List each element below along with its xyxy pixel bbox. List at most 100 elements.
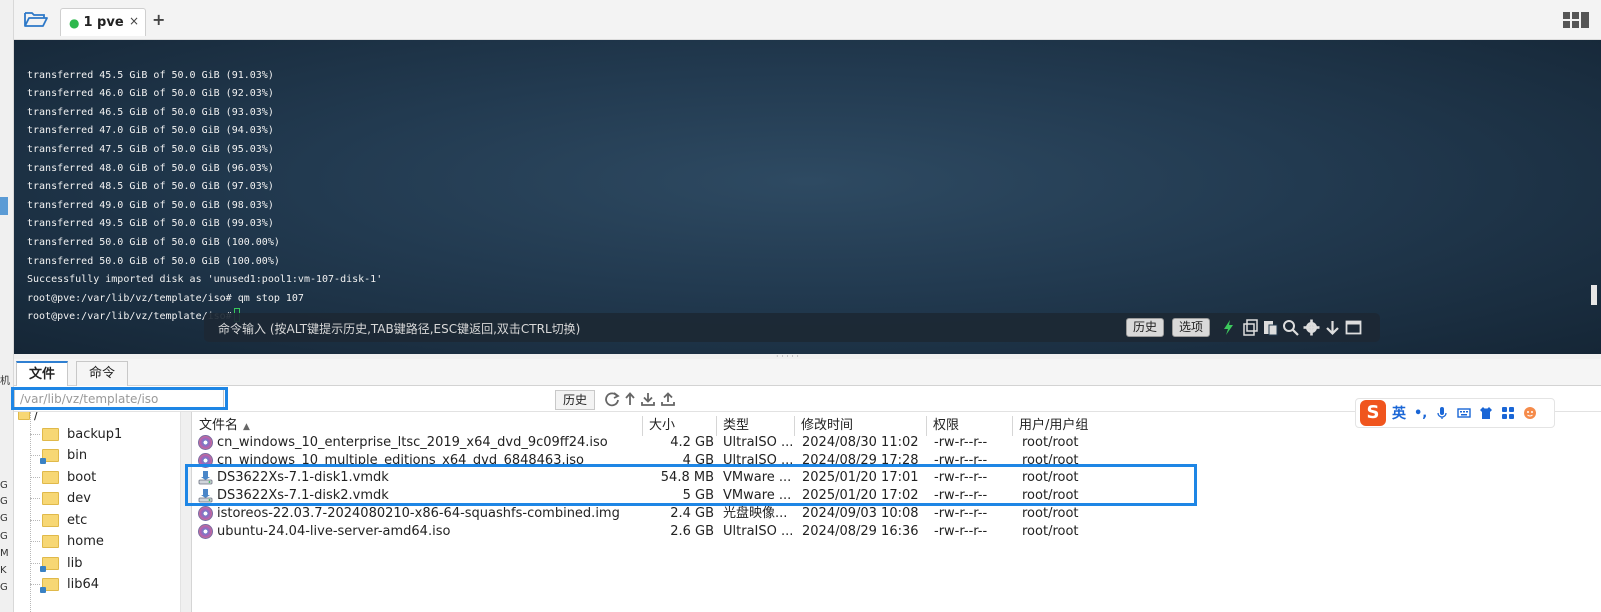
skin-shirt-icon[interactable] [1479, 406, 1493, 420]
file-list[interactable]: 文件名 ▲ 大小 类型 修改时间 权限 用户/用户组 cn_windows_10_… [193, 412, 1601, 612]
file-row[interactable]: DS3622Xs-7.1-disk2.vmdk 5 GB VMware ... … [193, 487, 1111, 505]
refresh-icon[interactable] [604, 391, 620, 407]
tab-label: 1 pve [83, 15, 124, 30]
column-header-name[interactable]: 文件名 ▲ [193, 416, 643, 436]
terminal-line: transferred 49.0 GiB of 50.0 GiB (98.03%… [27, 199, 274, 211]
add-tab-button[interactable]: + [152, 10, 165, 29]
column-header-mtime[interactable]: 修改时间 [795, 416, 927, 436]
command-history-button[interactable]: 历史 [1126, 318, 1165, 337]
background-mark: G [0, 496, 8, 507]
file-mtime: 2024/09/03 10:08 [802, 506, 919, 521]
maximize-icon[interactable] [1345, 319, 1362, 336]
lightning-icon[interactable] [1220, 319, 1237, 336]
toolbox-icon[interactable] [1501, 406, 1515, 420]
ime-language-toggle[interactable]: 英 [1392, 403, 1406, 423]
file-owner: root/root [1022, 488, 1079, 503]
arrow-down-icon[interactable] [1324, 319, 1341, 336]
command-input-hint[interactable]: 命令输入 (按ALT键提示历史,TAB键路径,ESC键返回,双击CTRL切换) [218, 320, 580, 337]
sogou-logo-icon[interactable]: S [1360, 400, 1386, 426]
download-icon[interactable] [640, 391, 656, 407]
tab-commands[interactable]: 命令 [76, 361, 129, 386]
close-icon[interactable]: × [129, 14, 139, 28]
file-permissions: -rw-r--r-- [934, 453, 988, 468]
terminal-scrollbar[interactable] [1591, 285, 1597, 305]
tree-connector [30, 563, 40, 564]
file-row[interactable]: cn_windows_10_multiple_editions_x64_dvd_… [193, 452, 1111, 470]
tree-item-bin[interactable]: bin [30, 445, 87, 466]
file-row[interactable]: cn_windows_10_enterprise_ltsc_2019_x64_d… [193, 434, 1111, 452]
file-owner: root/root [1022, 524, 1079, 539]
path-input[interactable] [14, 388, 224, 410]
file-row[interactable]: DS3622Xs-7.1-disk1.vmdk 54.8 MB VMware .… [193, 469, 1111, 487]
folder-link-icon [40, 557, 59, 572]
tree-item-boot[interactable]: boot [30, 467, 96, 488]
tree-item-label: boot [67, 470, 97, 485]
file-mtime: 2024/08/30 11:02 [802, 435, 919, 450]
tree-item-label: home [67, 534, 104, 549]
command-options-button[interactable]: 选项 [1172, 318, 1211, 337]
file-owner: root/root [1022, 453, 1079, 468]
tree-item-label: etc [67, 513, 88, 528]
copy-icon[interactable] [1242, 319, 1259, 336]
tree-item-backup1[interactable]: backup1 [30, 424, 122, 445]
path-history-button[interactable]: 历史 [555, 390, 595, 410]
file-size: 4 GB [682, 453, 714, 468]
search-icon[interactable] [1282, 319, 1299, 336]
directory-tree[interactable]: / backup1 bin boot dev etc home lib lib6… [14, 412, 192, 612]
upload-icon[interactable] [660, 391, 676, 407]
ime-punctuation-toggle[interactable]: •, [1414, 406, 1427, 421]
file-type: VMware ... [723, 470, 792, 485]
folder-icon [42, 492, 59, 505]
file-name: cn_windows_10_enterprise_ltsc_2019_x64_d… [217, 435, 608, 450]
column-header-type[interactable]: 类型 [717, 416, 795, 436]
column-header-permissions[interactable]: 权限 [927, 416, 1013, 436]
background-mark: G [0, 582, 8, 593]
file-row[interactable]: ubuntu-24.04-live-server-amd64.iso 2.6 G… [193, 523, 1111, 541]
tab-session-pve[interactable]: ● 1 pve × [60, 8, 146, 36]
tree-item-dev[interactable]: dev [30, 488, 91, 509]
tree-item-label: lib [67, 556, 83, 571]
tree-item-home[interactable]: home [30, 531, 104, 552]
gear-icon[interactable] [1303, 319, 1320, 336]
file-permissions: -rw-r--r-- [934, 488, 988, 503]
keyboard-icon[interactable] [1457, 406, 1471, 420]
session-tab-bar: ● 1 pve × + [14, 0, 1601, 40]
file-owner: root/root [1022, 506, 1079, 521]
column-header-size[interactable]: 大小 [643, 416, 717, 436]
up-directory-icon[interactable] [622, 391, 638, 407]
layout-grid-icon[interactable] [1563, 12, 1589, 28]
file-mtime: 2025/01/20 17:01 [802, 470, 919, 485]
sort-ascending-icon: ▲ [243, 422, 250, 432]
microphone-icon[interactable] [1435, 406, 1449, 420]
file-row[interactable]: istoreos-22.03.7-2024080210-x86-64-squas… [193, 505, 1111, 523]
command-input-bar[interactable]: 命令输入 (按ALT键提示历史,TAB键路径,ESC键返回,双击CTRL切换) … [204, 313, 1380, 342]
tree-connector [30, 455, 40, 456]
open-folder-icon[interactable] [24, 10, 48, 28]
tree-scrollbar[interactable] [180, 412, 191, 612]
folder-icon [42, 428, 59, 441]
file-name: ubuntu-24.04-live-server-amd64.iso [217, 524, 451, 539]
terminal-line: transferred 50.0 GiB of 50.0 GiB (100.00… [27, 236, 280, 248]
paste-icon[interactable] [1262, 319, 1279, 336]
tree-connector [30, 584, 40, 585]
terminal-line: transferred 45.5 GiB of 50.0 GiB (91.03%… [27, 69, 274, 81]
file-name: istoreos-22.03.7-2024080210-x86-64-squas… [217, 506, 620, 521]
ime-toolbar[interactable]: S 英 •, [1355, 398, 1555, 428]
tree-item-etc[interactable]: etc [30, 510, 87, 531]
file-size: 2.6 GB [670, 524, 714, 539]
terminal-line: transferred 48.0 GiB of 50.0 GiB (96.03%… [27, 162, 274, 174]
connected-status-icon: ● [69, 15, 80, 30]
tree-root[interactable]: / [18, 412, 38, 422]
terminal-prompt: root@pve:/var/lib/vz/template/iso# [27, 311, 232, 323]
terminal-panel[interactable]: transferred 45.5 GiB of 50.0 GiB (91.03%… [14, 40, 1601, 354]
file-name: cn_windows_10_multiple_editions_x64_dvd_… [217, 453, 584, 468]
tree-item-lib64[interactable]: lib64 [30, 574, 99, 595]
tree-item-lib[interactable]: lib [30, 553, 82, 574]
column-header-owner[interactable]: 用户/用户组 [1013, 416, 1113, 436]
tree-item-label: dev [67, 491, 91, 506]
terminal-line: transferred 49.5 GiB of 50.0 GiB (99.03%… [27, 218, 274, 230]
terminal-line: root@pve:/var/lib/vz/template/iso# qm st… [27, 292, 304, 304]
folder-link-icon [40, 578, 59, 593]
avatar-icon[interactable] [1523, 406, 1537, 420]
tab-files[interactable]: 文件 [16, 361, 69, 386]
